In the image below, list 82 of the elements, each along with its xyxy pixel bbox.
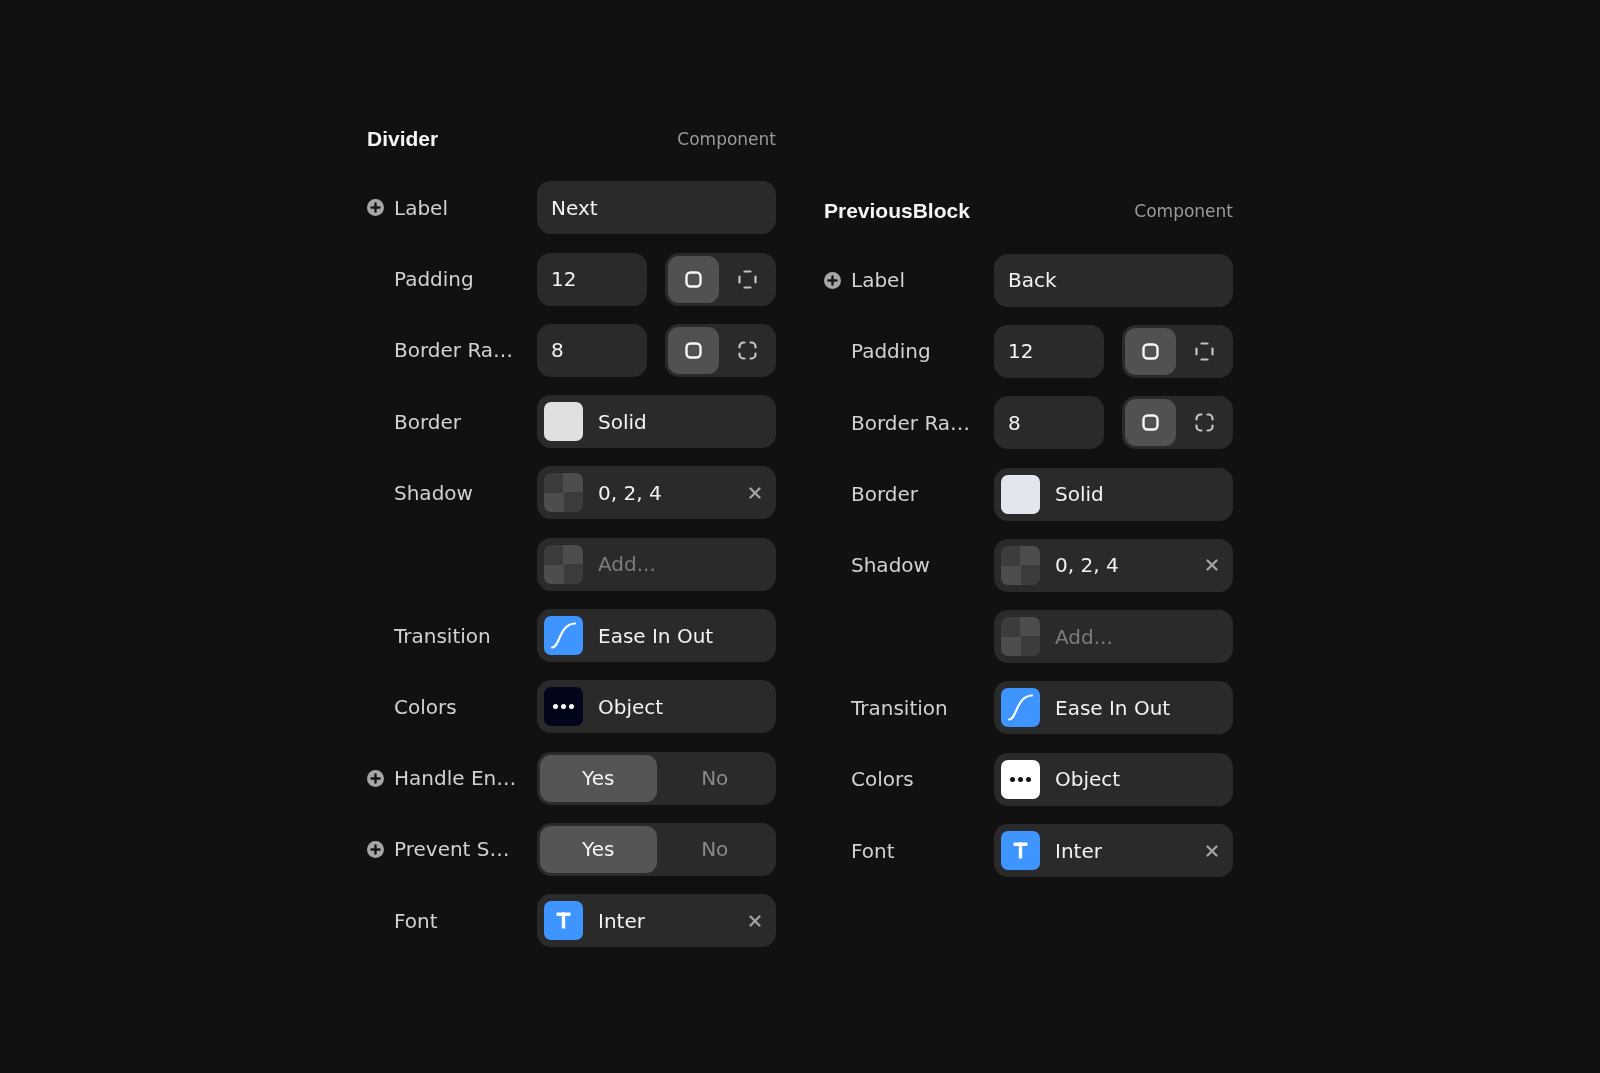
panel-title: PreviousBlock: [824, 199, 970, 224]
rounded-square-icon: [1141, 413, 1160, 433]
close-icon[interactable]: [1206, 559, 1218, 572]
plus-circle-icon[interactable]: [824, 271, 841, 289]
field-value: Ease In Out: [1055, 695, 1171, 720]
property-label: Border Ra…: [851, 410, 971, 435]
property-label: Padding: [394, 267, 474, 292]
add-input[interactable]: Add...: [1055, 624, 1175, 649]
field-value: Inter: [1055, 838, 1102, 863]
number-input[interactable]: 12: [994, 325, 1104, 378]
switch-option[interactable]: No: [656, 754, 773, 802]
property-label: Colors: [394, 694, 457, 719]
property-label: Padding: [851, 339, 931, 364]
property-label: Transition: [394, 623, 491, 648]
number-input[interactable]: 12: [537, 252, 647, 306]
property-label: Font: [394, 908, 438, 933]
property-label: Prevent S…: [394, 837, 510, 862]
checker-swatch-icon: [1001, 545, 1040, 585]
property-label: Font: [851, 838, 895, 863]
switch-option[interactable]: Yes: [540, 754, 657, 802]
switch-option[interactable]: No: [656, 825, 773, 873]
field-value: Inter: [598, 908, 645, 933]
plus-circle-icon[interactable]: [367, 199, 384, 217]
field-value: Solid: [598, 409, 647, 434]
property-label: Border: [851, 482, 919, 507]
plus-circle-icon[interactable]: [367, 840, 384, 858]
switch-option[interactable]: Yes: [540, 825, 657, 873]
property-label: Border: [394, 409, 462, 434]
rounded-square-icon: [684, 269, 703, 289]
number-input[interactable]: 8: [994, 396, 1104, 450]
checker-swatch-icon: [1001, 617, 1040, 657]
shadow-field[interactable]: 0, 2, 4: [994, 538, 1233, 592]
add-shadow-field[interactable]: Add...: [537, 537, 776, 591]
mode-button[interactable]: [668, 255, 719, 303]
panel-title: Divider: [367, 127, 439, 151]
field-value: 0, 2, 4: [598, 481, 662, 505]
close-icon[interactable]: [749, 487, 761, 499]
colors-field[interactable]: Object: [994, 752, 1233, 806]
mode-button[interactable]: [1125, 399, 1176, 447]
close-icon[interactable]: [749, 914, 761, 927]
shadow-field[interactable]: 0, 2, 4: [537, 466, 776, 520]
font-field[interactable]: Inter: [994, 824, 1233, 878]
add-input[interactable]: Add...: [598, 552, 718, 577]
mode-button[interactable]: [668, 326, 719, 374]
rounded-square-icon: [684, 340, 703, 360]
property-label: Shadow: [394, 481, 473, 505]
property-label: Transition: [851, 695, 948, 720]
text-input[interactable]: Back: [994, 253, 1233, 307]
corners-icon: [738, 340, 757, 360]
curve-icon: [1001, 688, 1040, 728]
mode-button[interactable]: [1125, 328, 1176, 375]
border-style-field[interactable]: Solid: [537, 395, 776, 449]
text-input[interactable]: Next: [537, 181, 776, 235]
font-field[interactable]: Inter: [537, 894, 776, 948]
property-label: Label: [851, 268, 905, 293]
checker-swatch-icon: [544, 473, 583, 513]
field-value: Object: [1055, 767, 1121, 792]
panel-subtitle: Component: [1134, 201, 1233, 222]
type-icon: [544, 901, 583, 941]
colors-field[interactable]: Object: [537, 680, 776, 734]
property-label: Label: [394, 195, 448, 220]
checker-swatch-icon: [544, 544, 583, 584]
panel-subtitle: Component: [677, 129, 776, 149]
transition-field[interactable]: Ease In Out: [994, 681, 1233, 735]
field-value: 0, 2, 4: [1055, 553, 1119, 578]
transition-field[interactable]: Ease In Out: [537, 609, 776, 663]
field-value: Ease In Out: [598, 623, 714, 648]
property-label: Colors: [851, 767, 914, 792]
property-label: Shadow: [851, 553, 930, 578]
border-style-field[interactable]: Solid: [994, 467, 1233, 521]
add-shadow-field[interactable]: Add...: [994, 610, 1233, 664]
rounded-square-icon: [1141, 342, 1160, 361]
type-icon: [1001, 831, 1040, 871]
number-input[interactable]: 8: [537, 323, 647, 377]
corners-icon: [1195, 413, 1214, 433]
property-label: Border Ra…: [394, 338, 514, 363]
field-value: Object: [598, 694, 664, 719]
property-label: Handle En…: [394, 766, 517, 791]
plus-circle-icon[interactable]: [367, 769, 384, 787]
close-icon[interactable]: [1206, 844, 1218, 857]
curve-icon: [544, 616, 583, 656]
field-value: Solid: [1055, 482, 1104, 507]
